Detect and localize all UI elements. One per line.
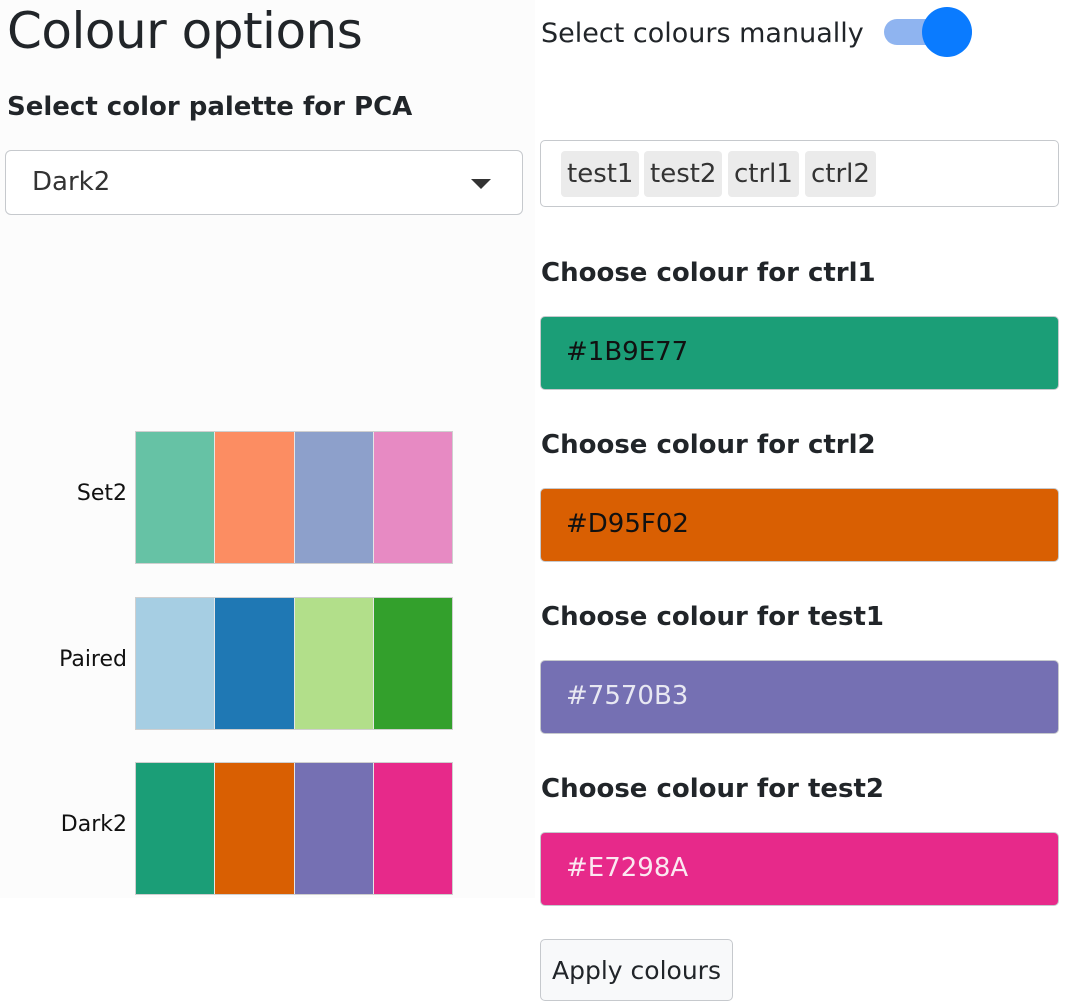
colour-swatch xyxy=(372,432,452,563)
colour-swatch xyxy=(372,598,452,729)
colour-swatch xyxy=(136,598,215,729)
palette-preview-row: Dark2 xyxy=(0,762,460,895)
palette-select[interactable]: Dark2 xyxy=(5,150,523,215)
colour-swatch xyxy=(136,763,215,894)
colour-swatch xyxy=(136,432,215,563)
colour-swatch xyxy=(214,763,294,894)
colour-value: #1B9E77 xyxy=(566,337,689,367)
palette-name: Set2 xyxy=(76,481,127,506)
colour-label-test2: Choose colour for test2 xyxy=(541,774,885,804)
swatch-strip xyxy=(135,597,453,730)
palette-name: Dark2 xyxy=(60,812,127,837)
toggle-knob xyxy=(922,7,972,57)
manual-colours-label: Select colours manually xyxy=(541,18,864,49)
colour-label-test1: Choose colour for test1 xyxy=(541,602,885,632)
sample-tag-ctrl1[interactable]: ctrl1 xyxy=(728,151,799,197)
colour-swatch xyxy=(214,598,294,729)
manual-colours-toggle[interactable] xyxy=(884,7,972,57)
caret-down-icon xyxy=(471,179,491,189)
colour-swatch xyxy=(293,763,373,894)
colour-value: #D95F02 xyxy=(566,509,689,539)
colour-swatch xyxy=(214,432,294,563)
palette-select-label: Select color palette for PCA xyxy=(7,92,413,122)
colour-input-ctrl2[interactable]: #D95F02 xyxy=(540,488,1059,562)
colour-input-ctrl1[interactable]: #1B9E77 xyxy=(540,316,1059,390)
palette-preview-row: Set2 xyxy=(0,431,460,564)
colour-label-ctrl2: Choose colour for ctrl2 xyxy=(541,430,876,460)
apply-colours-button[interactable]: Apply colours xyxy=(540,939,733,1001)
palette-name: Paired xyxy=(59,647,127,672)
colour-swatch xyxy=(293,432,373,563)
palette-select-value: Dark2 xyxy=(32,167,111,197)
colour-value: #E7298A xyxy=(566,853,689,883)
page-title: Colour options xyxy=(7,2,363,60)
colour-swatch xyxy=(293,598,373,729)
swatch-strip xyxy=(135,762,453,895)
swatch-strip xyxy=(135,431,453,564)
colour-swatch xyxy=(372,763,452,894)
colour-input-test2[interactable]: #E7298A xyxy=(540,832,1059,906)
colour-input-test1[interactable]: #7570B3 xyxy=(540,660,1059,734)
colour-label-ctrl1: Choose colour for ctrl1 xyxy=(541,258,876,288)
palette-preview-row: Paired xyxy=(0,597,460,730)
sample-tags-input[interactable]: test1 test2 ctrl1 ctrl2 xyxy=(540,140,1059,207)
sample-tag-ctrl2[interactable]: ctrl2 xyxy=(805,151,876,197)
colour-value: #7570B3 xyxy=(566,681,689,711)
sample-tag-test1[interactable]: test1 xyxy=(561,151,640,197)
sample-tag-test2[interactable]: test2 xyxy=(644,151,723,197)
